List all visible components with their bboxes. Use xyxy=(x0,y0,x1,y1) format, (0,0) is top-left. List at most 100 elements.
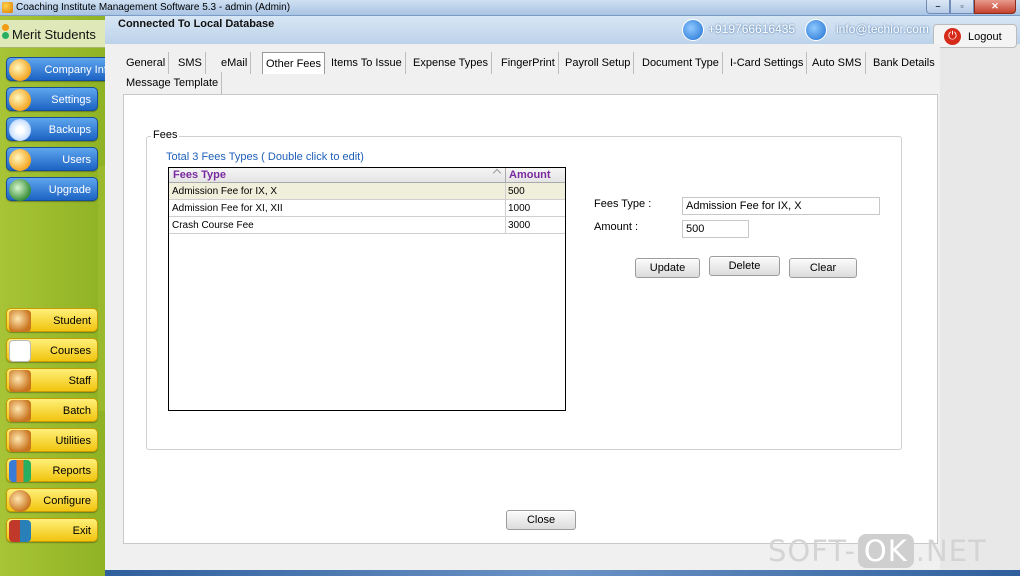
column-header-amount[interactable]: Amount xyxy=(509,169,551,181)
column-header-fees-type[interactable]: Fees Type xyxy=(173,169,226,181)
watermark-ok: OK xyxy=(857,534,914,568)
students-icon xyxy=(9,310,31,332)
chart-icon xyxy=(9,460,31,482)
sidebar-item-settings[interactable]: Settings xyxy=(6,87,98,111)
sidebar-item-upgrade[interactable]: Upgrade xyxy=(6,177,98,201)
tab-auto-sms[interactable]: Auto SMS xyxy=(809,52,866,74)
table-header: Fees Type Amount xyxy=(169,168,565,183)
tab-bank-details[interactable]: Bank Details xyxy=(870,52,938,74)
sidebar-item-backups[interactable]: Backups xyxy=(6,117,98,141)
sidebar-item-utilities[interactable]: Utilities xyxy=(6,428,98,452)
connection-status: Connected To Local Database xyxy=(118,18,275,30)
window-controls: – ▫ ✕ xyxy=(926,0,1016,14)
clear-button[interactable]: Clear xyxy=(789,258,857,278)
exit-icon xyxy=(9,520,31,542)
contact-phone: +919766616435 xyxy=(708,22,796,36)
sidebar-item-label: Settings xyxy=(51,94,91,106)
window-title: Coaching Institute Management Software 5… xyxy=(16,2,291,13)
power-icon: ⏻ xyxy=(944,28,961,45)
cell-amount: 1000 xyxy=(508,203,531,214)
users-icon xyxy=(9,149,31,171)
table-row[interactable]: Admission Fee for XI, XII 1000 xyxy=(169,200,565,217)
logout-button[interactable]: ⏻ Logout xyxy=(933,24,1017,48)
disc-icon xyxy=(9,119,31,141)
sidebar-item-label: Backups xyxy=(48,124,91,136)
table-row[interactable]: Crash Course Fee 3000 xyxy=(169,217,565,234)
sidebar-item-label: Company Info xyxy=(44,64,113,76)
folder-icon xyxy=(9,59,31,81)
logout-label: Logout xyxy=(968,31,1002,43)
batch-icon xyxy=(9,400,31,422)
tab-fingerprint[interactable]: FingerPrint xyxy=(498,52,559,74)
sidebar-item-label: Student xyxy=(53,315,91,327)
sidebar-item-staff[interactable]: Staff xyxy=(6,368,98,392)
tab-other-fees[interactable]: Other Fees xyxy=(262,52,326,74)
tab-expense-types[interactable]: Expense Types xyxy=(410,52,493,74)
header-bar: Connected To Local Database +91976661643… xyxy=(105,16,1020,44)
footer-strip xyxy=(105,570,1020,576)
fees-group-title: Fees xyxy=(151,129,180,141)
watermark-right: .NET xyxy=(915,534,987,568)
sidebar-item-reports[interactable]: Reports xyxy=(6,458,98,482)
cell-fees-type: Admission Fee for IX, X xyxy=(172,186,278,197)
fees-type-label: Fees Type : xyxy=(594,198,652,210)
restore-button[interactable]: ▫ xyxy=(950,0,974,14)
sidebar-item-label: Configure xyxy=(43,495,91,507)
amount-field[interactable]: 500 xyxy=(682,220,749,238)
tab-items-to-issue[interactable]: Items To Issue xyxy=(328,52,406,74)
configure-icon xyxy=(9,490,31,512)
sidebar-item-label: Upgrade xyxy=(48,184,91,196)
close-button[interactable]: Close xyxy=(506,510,576,530)
sidebar-item-exit[interactable]: Exit xyxy=(6,518,98,542)
sidebar-item-batch[interactable]: Batch xyxy=(6,398,98,422)
app-icon xyxy=(2,2,13,13)
table-row[interactable]: Admission Fee for IX, X 500 xyxy=(169,183,565,200)
settings-panel: General SMS eMail Other Fees Items To Is… xyxy=(105,44,940,570)
sidebar-item-label: Users xyxy=(62,154,91,166)
window-title-bar: Coaching Institute Management Software 5… xyxy=(0,0,1020,16)
column-separator xyxy=(505,183,506,200)
sidebar-item-company-info[interactable]: Company Info xyxy=(6,57,120,81)
staff-icon xyxy=(9,370,31,392)
upgrade-icon xyxy=(9,179,31,201)
fees-table[interactable]: Fees Type Amount Admission Fee for IX, X… xyxy=(168,167,566,411)
brand-logo-icon xyxy=(2,24,12,44)
document-icon xyxy=(9,340,31,362)
delete-button[interactable]: Delete xyxy=(709,256,780,276)
amount-label: Amount : xyxy=(594,221,639,233)
brand-header: Merit Students xyxy=(0,20,105,48)
contact-email: info@techior.com xyxy=(836,22,929,36)
brand-name: Merit Students xyxy=(12,27,96,42)
tab-message-template[interactable]: Message Template xyxy=(123,72,223,94)
sidebar-item-label: Staff xyxy=(68,375,91,387)
sidebar-item-configure[interactable]: Configure xyxy=(6,488,98,512)
sidebar-item-label: Courses xyxy=(50,345,91,357)
gear-icon xyxy=(9,89,31,111)
sidebar: Merit Students Company Info Settings Bac… xyxy=(0,16,120,576)
cell-amount: 3000 xyxy=(508,220,531,231)
update-button[interactable]: Update xyxy=(635,258,700,278)
sidebar-item-label: Utilities xyxy=(55,435,91,447)
tab-general[interactable]: General xyxy=(123,52,170,74)
watermark-left: SOFT- xyxy=(768,534,856,568)
tab-document-type[interactable]: Document Type xyxy=(639,52,723,74)
fees-type-field[interactable]: Admission Fee for IX, X xyxy=(682,197,880,215)
sort-indicator-icon xyxy=(492,168,502,178)
tab-sms[interactable]: SMS xyxy=(175,52,206,74)
column-separator xyxy=(505,200,506,217)
minimize-button[interactable]: – xyxy=(926,0,950,14)
tab-email[interactable]: eMail xyxy=(218,52,252,74)
watermark: SOFT- OK .NET xyxy=(768,534,987,568)
sidebar-item-student[interactable]: Student xyxy=(6,308,98,332)
tab-payroll-setup[interactable]: Payroll Setup xyxy=(562,52,635,74)
column-separator xyxy=(505,168,506,183)
phone-icon xyxy=(682,19,704,41)
sidebar-item-courses[interactable]: Courses xyxy=(6,338,98,362)
close-window-button[interactable]: ✕ xyxy=(974,0,1016,14)
cell-fees-type: Admission Fee for XI, XII xyxy=(172,203,283,214)
cell-fees-type: Crash Course Fee xyxy=(172,220,254,231)
sidebar-item-label: Reports xyxy=(52,465,91,477)
sidebar-item-users[interactable]: Users xyxy=(6,147,98,171)
tab-icard-settings[interactable]: I-Card Settings xyxy=(727,52,808,74)
fees-count-label: Total 3 Fees Types ( Double click to edi… xyxy=(166,151,364,163)
